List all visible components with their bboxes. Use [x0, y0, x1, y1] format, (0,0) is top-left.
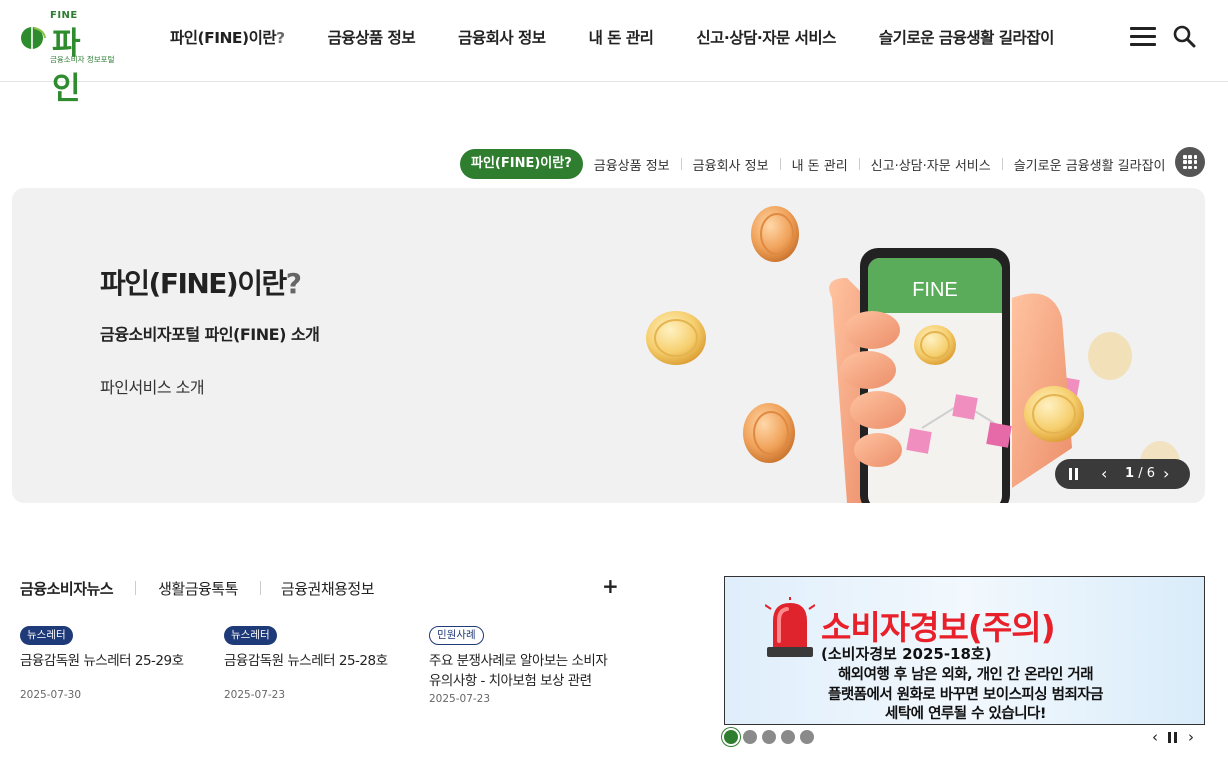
category-badge: 민원사례	[429, 626, 484, 645]
hero-title-suffix: ?	[285, 267, 302, 300]
logo-subtitle: 금융소비자 정보포털	[50, 55, 115, 64]
news-date: 2025-07-23	[429, 693, 491, 705]
phone-screen-label: FINE	[912, 279, 958, 301]
fine-logo[interactable]: FINE 파인 금융소비자 정보포털	[14, 10, 124, 107]
slide-current: 1	[1125, 466, 1135, 481]
news-date: 2025-07-23	[224, 689, 286, 701]
siren-icon	[765, 597, 815, 657]
tab-divider	[259, 581, 261, 595]
tab-divider	[135, 581, 137, 595]
tab-finance-jobs[interactable]: 금융권채용정보	[281, 578, 375, 599]
slide-separator: /	[1138, 466, 1143, 481]
category-badge: 뉴스레터	[20, 626, 73, 645]
news-card[interactable]: 뉴스레터 금융감독원 뉴스레터 25-28호 2025-07-23	[224, 623, 424, 701]
tab-report-consult[interactable]: 신고·상담·자문 서비스	[860, 155, 1002, 174]
slide-counter: 1 / 6	[1125, 466, 1155, 481]
category-tabs: 파인(FINE)이란? 금융상품 정보 금융회사 정보 내 돈 관리 신고·상담…	[460, 148, 1177, 180]
grid-menu-icon[interactable]	[1175, 147, 1205, 177]
tab-companies[interactable]: 금융회사 정보	[682, 155, 780, 174]
search-icon[interactable]	[1172, 24, 1196, 48]
news-title[interactable]: 주요 분쟁사례로 알아보는 소비자 유의사항 - 치아보험 보상 관련	[429, 651, 619, 691]
news-date: 2025-07-30	[20, 689, 82, 701]
tab-life-finance[interactable]: 생활금융톡톡	[158, 578, 238, 599]
news-card[interactable]: 민원사례 주요 분쟁사례로 알아보는 소비자 유의사항 - 치아보험 보상 관련…	[429, 623, 619, 705]
tab-products[interactable]: 금융상품 정보	[583, 155, 681, 174]
phone-coins-illustration: FINE	[646, 206, 1180, 503]
nav-label: 파인(FINE)이란	[170, 29, 277, 47]
news-title[interactable]: 금융감독원 뉴스레터 25-29호	[20, 651, 220, 671]
pagination-dot[interactable]	[781, 730, 795, 744]
hero-title-text: 파인(FINE)이란	[100, 267, 287, 300]
pagination-dot[interactable]	[762, 730, 776, 744]
logo-mark-icon	[21, 27, 46, 49]
alert-line: 해외여행 후 남은 외화, 개인 간 온라인 거래	[837, 667, 1094, 683]
main-nav: 파인(FINE)이란? 금융상품 정보 금융회사 정보 내 돈 관리 신고·상담…	[170, 26, 1097, 50]
chevron-right-icon[interactable]: ›	[1163, 464, 1169, 483]
alert-line: 세탁에 연루될 수 있습니다!	[885, 706, 1047, 722]
hero-description-bold: 금융소비자포털 파인(FINE) 소개	[100, 325, 320, 344]
news-title[interactable]: 금융감독원 뉴스레터 25-28호	[224, 651, 424, 671]
nav-item-about[interactable]: 파인(FINE)이란?	[170, 26, 285, 50]
pagination-dot[interactable]	[724, 730, 738, 744]
consumer-alert-banner[interactable]: 소비자경보(주의) (소비자경보 2025-18호) 해외여행 후 남은 외화,…	[724, 576, 1205, 725]
nav-item-my-money[interactable]: 내 돈 관리	[589, 26, 654, 50]
pagination-dot[interactable]	[800, 730, 814, 744]
hero-slide-controls: ‹ 1 / 6 ›	[1055, 459, 1190, 489]
alert-heading: 소비자경보(주의)	[821, 608, 1056, 647]
hero-title: 파인(FINE)이란?	[100, 262, 302, 302]
tab-about[interactable]: 파인(FINE)이란?	[460, 149, 583, 179]
alert-subheading: (소비자경보 2025-18호)	[821, 645, 992, 663]
banner-controls: ‹ ›	[1152, 728, 1194, 746]
news-tabs: 금융소비자뉴스 생활금융톡톡 금융권채용정보	[12, 576, 375, 601]
chevron-left-icon[interactable]: ‹	[1152, 728, 1158, 746]
banner-pagination	[724, 730, 819, 746]
pause-icon[interactable]	[1168, 731, 1178, 743]
slide-total: 6	[1146, 466, 1155, 481]
nav-item-report-consult[interactable]: 신고·상담·자문 서비스	[696, 26, 836, 50]
hamburger-menu-icon[interactable]	[1130, 27, 1156, 47]
nav-item-finance-guide[interactable]: 슬기로운 금융생활 길라잡이	[879, 26, 1054, 50]
more-plus-icon[interactable]: +	[602, 574, 619, 598]
nav-label-suffix: ?	[276, 29, 285, 47]
chevron-right-icon[interactable]: ›	[1188, 728, 1194, 746]
hero-description: 파인서비스 소개	[100, 378, 205, 397]
tab-my-money[interactable]: 내 돈 관리	[781, 155, 859, 174]
nav-item-companies[interactable]: 금융회사 정보	[458, 26, 546, 50]
pause-icon[interactable]	[1069, 468, 1079, 480]
nav-item-products[interactable]: 금융상품 정보	[328, 26, 416, 50]
chevron-left-icon[interactable]: ‹	[1101, 464, 1107, 483]
alert-line: 플랫폼에서 원화로 바꾸면 보이스피싱 범죄자금	[828, 687, 1104, 703]
hero-banner[interactable]: 파인(FINE)이란? 금융소비자포털 파인(FINE) 소개 파인서비스 소개	[12, 188, 1205, 503]
category-badge: 뉴스레터	[224, 626, 277, 645]
site-header: FINE 파인 금융소비자 정보포털 파인(FINE)이란? 금융상품 정보 금…	[0, 0, 1228, 107]
tab-finance-guide[interactable]: 슬기로운 금융생활 길라잡이	[1003, 155, 1177, 174]
news-card[interactable]: 뉴스레터 금융감독원 뉴스레터 25-29호 2025-07-30	[20, 623, 220, 701]
pagination-dot[interactable]	[743, 730, 757, 744]
tab-consumer-news[interactable]: 금융소비자뉴스	[12, 578, 122, 601]
